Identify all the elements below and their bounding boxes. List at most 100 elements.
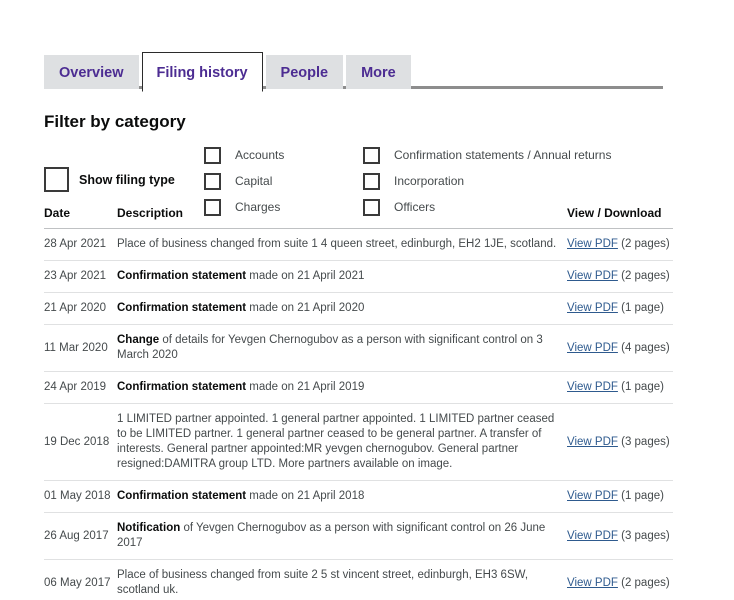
view-pdf-link[interactable]: View PDF: [567, 490, 618, 502]
page-count-label: (1 page): [617, 302, 664, 314]
page-count-label: (1 page): [617, 381, 664, 393]
filing-history-table: Date Description View / Download 28 Apr …: [44, 206, 673, 600]
filter-option-confirmation-statements[interactable]: Confirmation statements / Annual returns: [363, 142, 611, 168]
filing-description: Confirmation statement made on 21 April …: [117, 480, 567, 513]
show-filing-type-label: Show filing type: [79, 172, 175, 187]
view-pdf-link[interactable]: View PDF: [567, 381, 618, 393]
filing-description-text: 1 LIMITED partner appointed. 1 general p…: [117, 413, 555, 470]
filing-description-text: Place of business changed from suite 2 5…: [117, 569, 529, 596]
filing-type-label: Confirmation statement: [117, 490, 247, 502]
view-download-cell: View PDF (3 pages): [567, 512, 673, 560]
view-download-cell: View PDF (4 pages): [567, 324, 673, 372]
tab-more[interactable]: More: [346, 55, 411, 89]
incorporation-label: Incorporation: [394, 174, 465, 188]
filing-description-text: Place of business changed from suite 1 4…: [117, 238, 557, 250]
page-count-label: (2 pages): [617, 238, 670, 250]
accounts-label: Accounts: [235, 148, 285, 162]
column-header-date: Date: [44, 206, 117, 229]
filter-section: Filter by category Show filing type Acco…: [44, 112, 690, 216]
column-header-view-download: View / Download: [567, 206, 673, 229]
filing-date: 24 Apr 2019: [44, 371, 117, 404]
view-download-cell: View PDF (2 pages): [567, 559, 673, 600]
filing-type-label: Change: [117, 334, 160, 346]
view-pdf-link[interactable]: View PDF: [567, 302, 618, 314]
accounts-checkbox[interactable]: [204, 146, 221, 164]
view-pdf-link[interactable]: View PDF: [567, 270, 618, 282]
filing-history-page: Overview Filing history People More Filt…: [0, 0, 734, 600]
tab-overview[interactable]: Overview: [44, 55, 139, 89]
view-download-cell: View PDF (1 page): [567, 480, 673, 513]
filing-date: 28 Apr 2021: [44, 228, 117, 261]
filing-date: 19 Dec 2018: [44, 403, 117, 481]
filter-option-capital[interactable]: Capital: [204, 168, 284, 194]
filing-description: Confirmation statement made on 21 April …: [117, 260, 567, 293]
filing-description-text: Confirmation statement made on 21 April …: [117, 302, 365, 314]
filing-description-text: Confirmation statement made on 21 April …: [117, 270, 365, 282]
table-row: 26 Aug 2017 Notification of Yevgen Cherno…: [44, 512, 673, 560]
filing-date: 11 Mar 2020: [44, 324, 117, 372]
view-download-cell: View PDF (1 page): [567, 292, 673, 325]
view-download-cell: View PDF (3 pages): [567, 403, 673, 481]
filing-type-label: Confirmation statement: [117, 270, 247, 282]
filing-description-text: Confirmation statement made on 21 April …: [117, 490, 365, 502]
view-download-cell: View PDF (1 page): [567, 371, 673, 404]
table-header-row: Date Description View / Download: [44, 206, 673, 229]
filing-date: 23 Apr 2021: [44, 260, 117, 293]
capital-checkbox[interactable]: [204, 172, 221, 190]
page-count-label: (3 pages): [617, 529, 670, 542]
page-count-label: (3 pages): [617, 435, 670, 448]
page-count-label: (2 pages): [617, 270, 670, 282]
filing-type-label: Confirmation statement: [117, 302, 247, 314]
table-row: 23 Apr 2021 Confirmation statement made o…: [44, 260, 673, 293]
filing-description-text: Change of details for Yevgen Chernogubov…: [117, 334, 543, 361]
column-header-description: Description: [117, 206, 567, 229]
table-head: Date Description View / Download: [44, 206, 673, 229]
filing-description: Confirmation statement made on 21 April …: [117, 371, 567, 404]
page-count-label: (4 pages): [617, 341, 670, 354]
incorporation-checkbox[interactable]: [363, 172, 380, 190]
show-filing-type-checkbox[interactable]: [44, 167, 69, 192]
tab-people[interactable]: People: [265, 55, 344, 89]
table-row: 01 May 2018 Confirmation statement made o…: [44, 480, 673, 513]
table-row: 06 May 2017 Place of business changed fro…: [44, 559, 673, 600]
filing-description: Confirmation statement made on 21 April …: [117, 292, 567, 325]
table-row: 21 Apr 2020 Confirmation statement made o…: [44, 292, 673, 325]
view-pdf-link[interactable]: View PDF: [567, 436, 618, 448]
table-row: 24 Apr 2019 Confirmation statement made o…: [44, 371, 673, 404]
view-pdf-link[interactable]: View PDF: [567, 238, 618, 250]
tab-list: Overview Filing history People More: [44, 52, 414, 92]
confirmation-statements-checkbox[interactable]: [363, 146, 380, 164]
filing-date: 06 May 2017: [44, 559, 117, 600]
filing-description: 1 LIMITED partner appointed. 1 general p…: [117, 403, 567, 481]
filing-description: Notification of Yevgen Chernogubov as a …: [117, 512, 567, 560]
view-pdf-link[interactable]: View PDF: [567, 577, 618, 589]
table-row: 11 Mar 2020 Change of details for Yevgen …: [44, 324, 673, 372]
view-download-cell: View PDF (2 pages): [567, 228, 673, 261]
filing-description-text: Confirmation statement made on 21 April …: [117, 381, 365, 393]
filing-description-text: Notification of Yevgen Chernogubov as a …: [117, 522, 546, 549]
show-filing-type-toggle[interactable]: Show filing type: [44, 167, 175, 192]
page-count-label: (2 pages): [617, 576, 670, 589]
filing-date: 21 Apr 2020: [44, 292, 117, 325]
filing-description: Place of business changed from suite 2 5…: [117, 559, 567, 600]
filing-date: 26 Aug 2017: [44, 512, 117, 560]
confirmation-statements-label: Confirmation statements / Annual returns: [394, 148, 612, 162]
view-pdf-link[interactable]: View PDF: [567, 530, 618, 542]
view-download-cell: View PDF (2 pages): [567, 260, 673, 293]
capital-label: Capital: [235, 174, 273, 188]
view-pdf-link[interactable]: View PDF: [567, 342, 618, 354]
filing-date: 01 May 2018: [44, 480, 117, 513]
table-row: 28 Apr 2021 Place of business changed fro…: [44, 228, 673, 261]
filter-option-accounts[interactable]: Accounts: [204, 142, 284, 168]
filter-option-incorporation[interactable]: Incorporation: [363, 168, 611, 194]
filing-description: Change of details for Yevgen Chernogubov…: [117, 324, 567, 372]
table-row: 19 Dec 2018 1 LIMITED partner appointed. …: [44, 403, 673, 481]
filing-type-label: Notification: [117, 522, 181, 534]
filing-description: Place of business changed from suite 1 4…: [117, 228, 567, 261]
filter-by-category-heading: Filter by category: [44, 112, 186, 131]
table-body: 28 Apr 2021 Place of business changed fro…: [44, 228, 673, 600]
tab-filing-history[interactable]: Filing history: [141, 52, 263, 92]
filing-type-label: Confirmation statement: [117, 381, 247, 393]
tab-bar: Overview Filing history People More: [44, 52, 663, 92]
page-count-label: (1 page): [617, 490, 664, 502]
